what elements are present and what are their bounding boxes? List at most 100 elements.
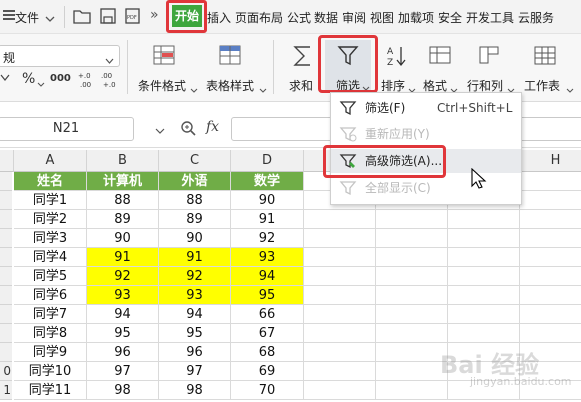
table-cell[interactable]: 95 xyxy=(87,324,159,343)
table-cell[interactable]: 95 xyxy=(159,324,231,343)
empty-cell[interactable] xyxy=(520,191,581,210)
row-header[interactable] xyxy=(0,229,12,248)
tab-addins[interactable]: 加载项 xyxy=(398,9,434,26)
empty-cell[interactable] xyxy=(448,210,520,229)
empty-cell[interactable] xyxy=(520,248,581,267)
table-cell[interactable]: 94 xyxy=(231,267,304,286)
empty-cell[interactable] xyxy=(376,286,448,305)
empty-cell[interactable] xyxy=(448,305,520,324)
empty-cell[interactable] xyxy=(376,248,448,267)
table-cell[interactable]: 90 xyxy=(159,229,231,248)
empty-cell[interactable] xyxy=(376,343,448,362)
empty-cell[interactable] xyxy=(304,362,376,381)
worksheet-icon[interactable] xyxy=(533,44,557,68)
table-cell[interactable]: 同学10 xyxy=(14,362,87,381)
table-cell[interactable]: 70 xyxy=(231,381,304,400)
header-cell[interactable]: 数学 xyxy=(231,172,304,191)
table-cell[interactable]: 90 xyxy=(87,229,159,248)
select-all-corner[interactable] xyxy=(0,150,14,172)
column-header-a[interactable]: A xyxy=(14,150,87,172)
empty-cell[interactable] xyxy=(520,286,581,305)
conditional-format-icon[interactable] xyxy=(152,44,178,68)
row-header[interactable] xyxy=(0,343,12,362)
row-col-icon[interactable] xyxy=(477,44,501,68)
table-cell[interactable]: 96 xyxy=(159,343,231,362)
table-cell[interactable]: 98 xyxy=(87,381,159,400)
table-cell[interactable]: 68 xyxy=(231,343,304,362)
column-header-b[interactable]: B xyxy=(87,150,159,172)
row-header[interactable] xyxy=(0,172,12,191)
empty-cell[interactable] xyxy=(304,248,376,267)
comma-style-button[interactable]: 000 xyxy=(50,73,71,84)
row-header[interactable] xyxy=(0,210,12,229)
empty-cell[interactable] xyxy=(520,229,581,248)
table-cell[interactable]: 95 xyxy=(231,286,304,305)
empty-cell[interactable] xyxy=(448,286,520,305)
header-cell[interactable]: 外语 xyxy=(159,172,231,191)
table-cell[interactable]: 92 xyxy=(231,229,304,248)
menu-icon[interactable] xyxy=(2,8,16,22)
table-cell[interactable]: 同学2 xyxy=(14,210,87,229)
column-header-h[interactable]: H xyxy=(520,150,581,172)
zoom-search-icon[interactable] xyxy=(180,120,196,136)
table-cell[interactable]: 98 xyxy=(159,381,231,400)
table-cell[interactable]: 93 xyxy=(159,286,231,305)
conditional-format-button[interactable]: 条件格式 xyxy=(138,77,186,94)
increase-decimal-icon[interactable]: +.0.00 xyxy=(78,70,98,89)
chevron-down-icon[interactable] xyxy=(155,124,165,134)
sort-icon[interactable]: AZ xyxy=(385,44,409,68)
table-cell[interactable]: 69 xyxy=(231,362,304,381)
percent-style-button[interactable]: % xyxy=(22,71,35,87)
header-cell[interactable]: 姓名 xyxy=(14,172,87,191)
tab-developer[interactable]: 开发工具 xyxy=(466,9,514,26)
number-format-select[interactable]: 规 xyxy=(0,45,120,67)
empty-cell[interactable] xyxy=(304,381,376,400)
table-style-button[interactable]: 表格样式 xyxy=(206,77,254,94)
table-cell[interactable]: 91 xyxy=(87,248,159,267)
empty-cell[interactable] xyxy=(376,267,448,286)
empty-cell[interactable] xyxy=(304,286,376,305)
empty-cell[interactable] xyxy=(448,267,520,286)
worksheet-button[interactable]: 工作表 xyxy=(524,77,560,94)
empty-cell[interactable] xyxy=(304,343,376,362)
empty-cell[interactable] xyxy=(520,267,581,286)
column-header-d[interactable]: D xyxy=(231,150,304,172)
tab-security[interactable]: 安全 xyxy=(438,9,462,26)
table-cell[interactable]: 同学4 xyxy=(14,248,87,267)
table-cell[interactable]: 92 xyxy=(159,267,231,286)
table-style-icon[interactable] xyxy=(218,44,244,68)
table-cell[interactable]: 93 xyxy=(87,286,159,305)
empty-cell[interactable] xyxy=(376,324,448,343)
currency-icon[interactable] xyxy=(0,74,14,86)
sum-button[interactable]: 求和 xyxy=(289,77,313,94)
tab-insert[interactable]: 插入 xyxy=(207,9,231,26)
table-cell[interactable]: 97 xyxy=(159,362,231,381)
tab-page-layout[interactable]: 页面布局 xyxy=(235,9,283,26)
empty-cell[interactable] xyxy=(448,248,520,267)
table-cell[interactable]: 88 xyxy=(87,191,159,210)
tab-data[interactable]: 数据 xyxy=(314,9,338,26)
file-menu[interactable]: 文件 xyxy=(15,9,39,26)
name-box[interactable]: N21 xyxy=(0,117,134,141)
sum-icon[interactable] xyxy=(292,44,314,68)
empty-cell[interactable] xyxy=(376,305,448,324)
empty-cell[interactable] xyxy=(520,324,581,343)
table-cell[interactable]: 同学9 xyxy=(14,343,87,362)
table-cell[interactable] xyxy=(520,172,581,191)
empty-cell[interactable] xyxy=(520,210,581,229)
tab-view[interactable]: 视图 xyxy=(370,9,394,26)
table-cell[interactable]: 91 xyxy=(231,210,304,229)
save-icon[interactable] xyxy=(99,8,117,24)
row-header[interactable] xyxy=(0,248,12,267)
table-cell[interactable]: 同学11 xyxy=(14,381,87,400)
row-header[interactable] xyxy=(0,305,12,324)
table-cell[interactable]: 同学5 xyxy=(14,267,87,286)
table-cell[interactable]: 91 xyxy=(159,248,231,267)
table-cell[interactable]: 93 xyxy=(231,248,304,267)
row-header[interactable] xyxy=(0,324,12,343)
table-cell[interactable]: 92 xyxy=(87,267,159,286)
table-cell[interactable]: 67 xyxy=(231,324,304,343)
row-header[interactable] xyxy=(0,191,12,210)
row-header[interactable] xyxy=(0,267,12,286)
tab-review[interactable]: 审阅 xyxy=(342,9,366,26)
